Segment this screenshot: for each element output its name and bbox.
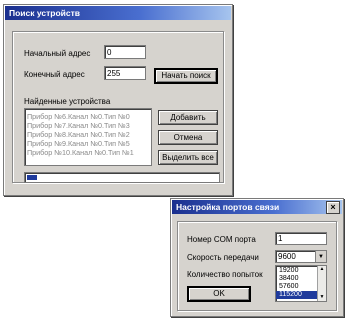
- device-list-item[interactable]: Прибор №7.Канал №0.Тип №3: [25, 121, 151, 130]
- search-window-title: Поиск устройств: [9, 8, 81, 18]
- retries-label: Количество попыток: [187, 270, 263, 279]
- devices-listbox[interactable]: Прибор №6.Канал №0.Тип №0 Прибор №7.Кана…: [24, 108, 152, 166]
- chevron-down-icon[interactable]: ▼: [315, 251, 326, 262]
- end-address-label: Конечный адрес: [24, 70, 85, 79]
- ok-button[interactable]: OK: [187, 286, 251, 302]
- baud-rate-label: Скорость передачи: [187, 253, 259, 262]
- baud-rate-value: 9600: [278, 252, 296, 261]
- select-all-button[interactable]: Выделить все: [158, 150, 218, 165]
- com-port-label: Номер COM порта: [187, 235, 256, 244]
- scroll-up-icon[interactable]: ▲: [318, 266, 326, 273]
- search-progress-bar: [24, 172, 220, 183]
- device-search-window: Поиск устройств Начальный адрес 0 Конечн…: [3, 4, 233, 196]
- baud-rate-select[interactable]: 9600 ▼: [275, 250, 327, 263]
- add-button[interactable]: Добавить: [158, 110, 218, 125]
- device-list-item[interactable]: Прибор №9.Канал №0.Тип №5: [25, 139, 151, 148]
- device-list-item[interactable]: Прибор №8.Канал №0.Тип №2: [25, 130, 151, 139]
- port-settings-window: Настройка портов связи × Номер COM порта…: [170, 198, 344, 317]
- port-window-titlebar[interactable]: Настройка портов связи: [172, 200, 342, 214]
- end-address-input[interactable]: 255: [104, 66, 146, 80]
- start-address-input[interactable]: 0: [104, 45, 146, 59]
- close-icon[interactable]: ×: [326, 201, 340, 214]
- port-window-title: Настройка портов связи: [176, 202, 280, 212]
- com-port-input[interactable]: 1: [275, 232, 327, 245]
- baud-rate-options-list[interactable]: 19200 38400 57600 115200 ▲ ▼: [275, 265, 327, 302]
- device-list-item[interactable]: Прибор №6.Канал №0.Тип №0: [25, 112, 151, 121]
- search-progress-fill: [27, 175, 37, 180]
- baud-options-scrollbar[interactable]: ▲ ▼: [317, 266, 326, 301]
- device-list-item[interactable]: Прибор №10.Канал №0.Тип №1: [25, 148, 151, 157]
- scroll-down-icon[interactable]: ▼: [318, 294, 326, 301]
- search-window-titlebar[interactable]: Поиск устройств: [5, 6, 231, 20]
- cancel-button[interactable]: Отмена: [158, 130, 218, 145]
- start-address-label: Начальный адрес: [24, 49, 91, 58]
- found-devices-label: Найденные устройства: [24, 97, 111, 106]
- start-search-button[interactable]: Начать поиск: [154, 68, 218, 84]
